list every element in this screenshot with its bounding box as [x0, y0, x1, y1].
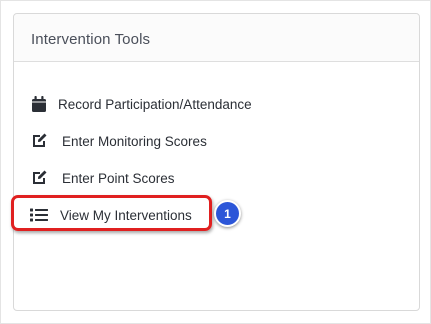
record-participation-attendance-link[interactable]: Record Participation/Attendance	[30, 93, 252, 115]
enter-point-scores-label: Enter Point Scores	[62, 170, 175, 186]
edit-icon	[30, 169, 48, 187]
enter-monitoring-scores-label: Enter Monitoring Scores	[62, 133, 207, 149]
panel-title: Intervention Tools	[31, 31, 151, 48]
list-icon	[30, 206, 48, 224]
record-participation-attendance-label: Record Participation/Attendance	[58, 96, 252, 112]
edit-icon	[30, 132, 48, 150]
enter-monitoring-scores-link[interactable]: Enter Monitoring Scores	[30, 130, 207, 152]
panel-header: Intervention Tools	[14, 14, 419, 62]
view-my-interventions-link[interactable]: View My Interventions	[30, 204, 192, 226]
window-frame: Intervention Tools Record Participation/…	[0, 0, 431, 324]
step-badge: 1	[214, 200, 241, 227]
calendar-icon	[30, 95, 48, 113]
view-my-interventions-label: View My Interventions	[60, 207, 192, 223]
enter-point-scores-link[interactable]: Enter Point Scores	[30, 167, 175, 189]
intervention-tools-panel: Intervention Tools Record Participation/…	[13, 13, 420, 311]
